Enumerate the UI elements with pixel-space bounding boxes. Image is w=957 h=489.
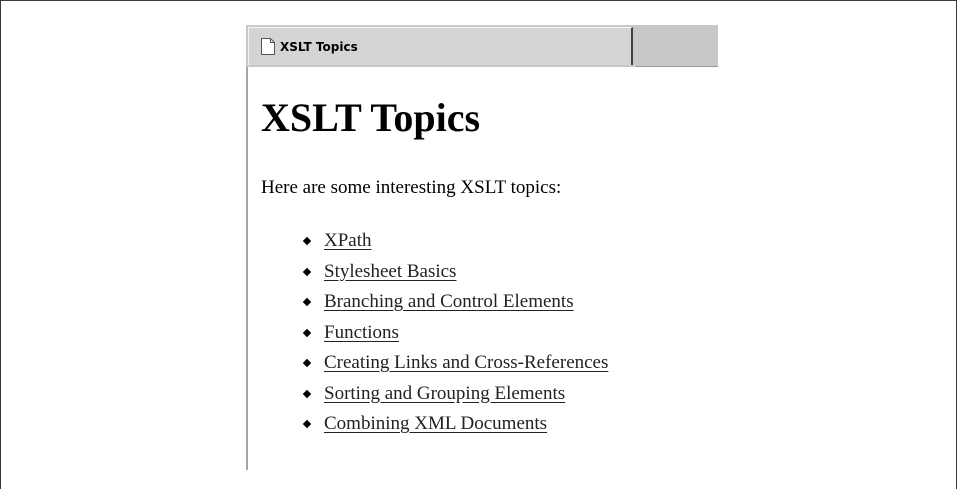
topic-link-functions[interactable]: Functions	[324, 322, 399, 344]
page-content: XSLT Topics Here are some interesting XS…	[246, 67, 718, 470]
bullet-icon	[302, 267, 312, 276]
bullet-icon	[302, 328, 312, 337]
document-icon	[261, 38, 275, 55]
topic-link-creating-links[interactable]: Creating Links and Cross-References	[324, 352, 608, 374]
tab-bar-empty-area	[636, 25, 718, 67]
tab-title: XSLT Topics	[280, 40, 358, 54]
topic-link-sorting-grouping[interactable]: Sorting and Grouping Elements	[324, 383, 565, 405]
topic-link-branching[interactable]: Branching and Control Elements	[324, 291, 574, 313]
bullet-icon	[302, 236, 312, 246]
bullet-icon	[302, 389, 312, 398]
topic-link-combining-xml[interactable]: Combining XML Documents	[324, 413, 547, 435]
bullet-icon	[302, 419, 312, 429]
page-title: XSLT Topics	[261, 95, 481, 140]
tab-bar: XSLT Topics	[246, 25, 718, 67]
bullet-icon	[302, 358, 312, 368]
topic-link-xpath[interactable]: XPath	[324, 230, 372, 252]
intro-text: Here are some interesting XSLT topics:	[261, 177, 562, 198]
bullet-icon	[302, 297, 312, 307]
browser-window: XSLT Topics XSLT Topics Here are some in…	[246, 25, 718, 470]
tab-xslt-topics[interactable]: XSLT Topics	[248, 27, 633, 65]
topic-link-stylesheet-basics[interactable]: Stylesheet Basics	[324, 261, 456, 283]
